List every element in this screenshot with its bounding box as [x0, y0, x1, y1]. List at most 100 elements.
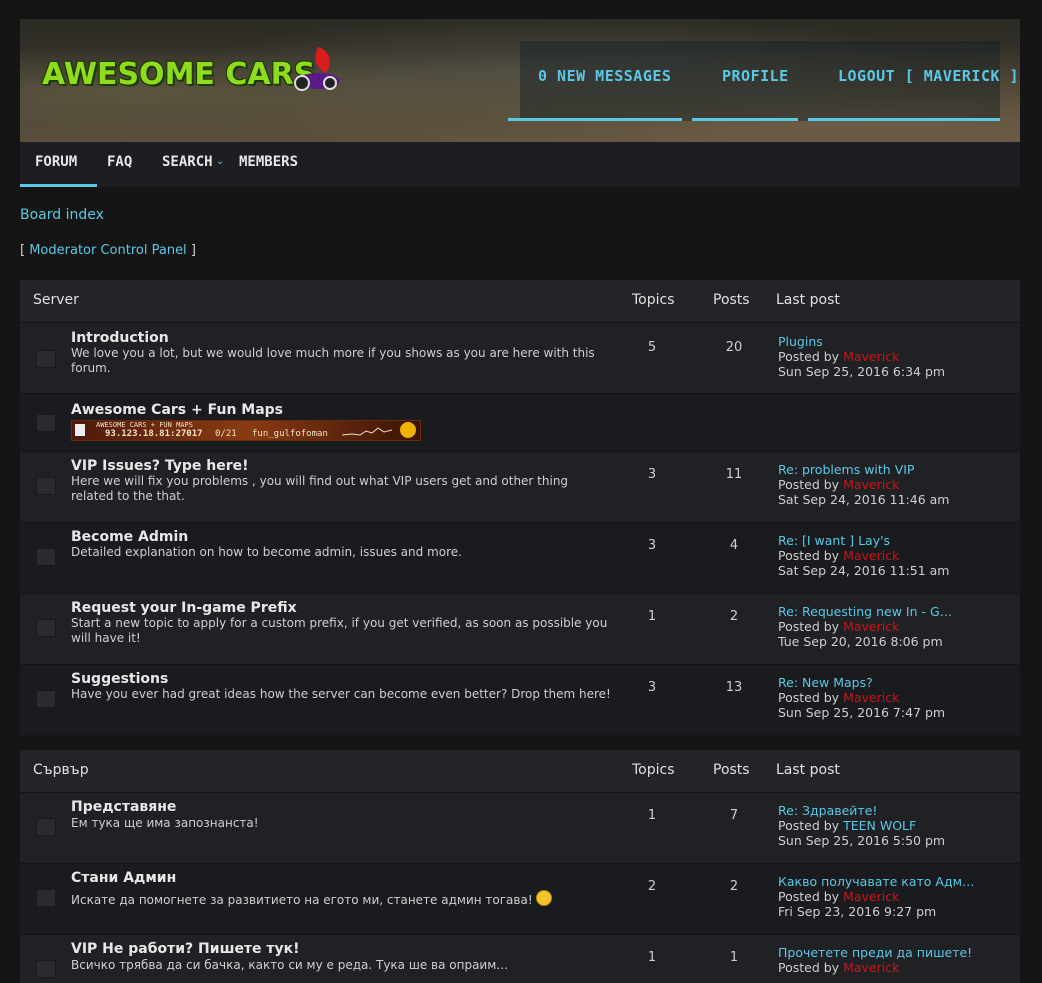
forum-row: Introduction We love you a lot, but we w…	[20, 322, 1020, 393]
server-status-banner[interactable]: AWESOME CARS + FUN MAPS 93.123.18.81:270…	[71, 420, 421, 441]
logout-link[interactable]: LOGOUT [ MAVERICK ]	[838, 67, 1019, 85]
col-topics: Topics	[632, 762, 675, 778]
last-post-title[interactable]: Прочетете преди да пишете!	[778, 945, 972, 960]
col-last-post: Last post	[776, 762, 840, 778]
moderator-control-panel: [ Moderator Control Panel ]	[20, 243, 196, 258]
forum-read-icon	[36, 350, 56, 368]
posts-count: 13	[725, 680, 743, 695]
last-post-date: Tue Sep 20, 2016 8:06 pm	[778, 634, 943, 649]
forum-description: Искате да помогнете за развитието на его…	[71, 893, 533, 907]
game-icon	[75, 424, 85, 436]
last-post-title[interactable]: Plugins	[778, 334, 945, 349]
forum-row: Suggestions Have you ever had great idea…	[20, 664, 1020, 735]
mcp-close-bracket: ]	[190, 243, 196, 258]
server-banner-ip: 93.123.18.81:27017	[105, 429, 203, 439]
topics-count: 1	[647, 609, 657, 624]
profile-link[interactable]: PROFILE	[722, 67, 789, 85]
main-navbar: FORUM FAQ SEARCH ⌄ MEMBERS	[20, 142, 1020, 187]
forum-title[interactable]: Awesome Cars + Fun Maps	[71, 402, 283, 418]
site-logo[interactable]: AWESOME CARS	[42, 57, 315, 92]
forum-description: Ем тука ще има запознанста!	[71, 816, 259, 830]
category-header: Сървър Topics Posts Last post	[20, 750, 1020, 792]
tab-forum[interactable]: FORUM	[35, 154, 77, 170]
last-post-date: Sun Sep 25, 2016 6:34 pm	[778, 364, 946, 379]
posted-by-label: Posted by	[778, 818, 840, 833]
tab-faq[interactable]: FAQ	[107, 154, 132, 170]
tab-search[interactable]: SEARCH	[162, 154, 213, 170]
forum-read-icon	[36, 619, 56, 637]
server-banner-map: fun_gulfofoman	[252, 429, 328, 439]
forum-title[interactable]: Introduction	[71, 330, 169, 346]
last-post-title[interactable]: Re: Здравейте!	[778, 803, 945, 818]
col-posts: Posts	[713, 762, 750, 778]
forum-title[interactable]: VIP Не работи? Пишете тук!	[71, 941, 300, 957]
last-post: Re: problems with VIP Posted by Maverick…	[778, 462, 949, 507]
chevron-down-icon[interactable]: ⌄	[216, 156, 224, 167]
category-title[interactable]: Сървър	[33, 762, 89, 778]
last-post-user[interactable]: Maverick	[843, 619, 899, 634]
breadcrumb[interactable]: Board index	[20, 207, 104, 223]
posted-by-label: Posted by	[778, 477, 840, 492]
forum-description: Have you ever had great ideas how the se…	[71, 687, 611, 701]
forum-read-icon	[36, 690, 56, 708]
forum-description: Start a new topic to apply for a custom …	[71, 616, 608, 645]
last-post-user[interactable]: Maverick	[843, 477, 899, 492]
forum-row: Представяне Ем тука ще има запознанста! …	[20, 792, 1020, 863]
posted-by-label: Posted by	[778, 889, 840, 904]
new-messages-link[interactable]: 0 NEW MESSAGES	[538, 67, 671, 85]
forum-row: VIP Не работи? Пишете тук! Всичко трябва…	[20, 934, 1020, 983]
last-post-title[interactable]: Re: New Maps?	[778, 675, 945, 690]
last-post-date: Fri Sep 23, 2016 9:27 pm	[778, 904, 937, 919]
last-post-user[interactable]: Maverick	[843, 889, 899, 904]
posted-by-label: Posted by	[778, 548, 840, 563]
forum-title[interactable]: Become Admin	[71, 529, 188, 545]
forum-title[interactable]: Suggestions	[71, 671, 168, 687]
topics-count: 1	[647, 808, 657, 823]
forum-category-bg: Сървър Topics Posts Last post Представян…	[20, 750, 1020, 983]
category-header: Server Topics Posts Last post	[20, 280, 1020, 322]
last-post: Какво получавате като Адм… Posted by Mav…	[778, 874, 975, 919]
forum-category-server: Server Topics Posts Last post Introducti…	[20, 280, 1020, 735]
last-post-title[interactable]: Какво получавате като Адм…	[778, 874, 975, 889]
topics-count: 3	[647, 680, 657, 695]
forum-title[interactable]: Представяне	[71, 799, 176, 815]
profile-underline	[692, 118, 798, 121]
moderator-control-panel-link[interactable]: Moderator Control Panel	[29, 243, 186, 258]
col-last-post: Last post	[776, 292, 840, 308]
forum-title[interactable]: VIP Issues? Type here!	[71, 458, 249, 474]
last-post-user[interactable]: Maverick	[843, 548, 899, 563]
last-post-user[interactable]: TEEN WOLF	[843, 818, 916, 833]
last-post-date: Sun Sep 25, 2016 5:50 pm	[778, 833, 946, 848]
logout-underline	[808, 118, 1000, 121]
topics-count: 1	[647, 950, 657, 965]
category-title[interactable]: Server	[33, 292, 79, 308]
forum-link-icon	[36, 414, 56, 432]
forum-description: We love you a lot, but we would love muc…	[71, 346, 595, 375]
last-post: Re: New Maps? Posted by Maverick Sun Sep…	[778, 675, 945, 720]
mcp-open-bracket: [	[20, 243, 26, 258]
last-post-user[interactable]: Maverick	[843, 960, 899, 975]
col-topics: Topics	[632, 292, 675, 308]
last-post-title[interactable]: Re: problems with VIP	[778, 462, 949, 477]
forum-read-icon	[36, 477, 56, 495]
last-post-date: Sat Sep 24, 2016 11:51 am	[778, 563, 950, 578]
tab-members[interactable]: MEMBERS	[239, 154, 298, 170]
last-post: Re: [I want ] Lay's Posted by Maverick S…	[778, 533, 949, 578]
posted-by-label: Posted by	[778, 349, 840, 364]
forum-read-icon	[36, 960, 56, 978]
last-post-title[interactable]: Re: Requesting new In - G…	[778, 604, 952, 619]
forum-read-icon	[36, 889, 56, 907]
forum-title[interactable]: Request your In-game Prefix	[71, 600, 297, 616]
header-banner: AWESOME CARS 0 NEW MESSAGES PROFILE LOGO…	[20, 19, 1020, 142]
posts-count: 7	[729, 808, 739, 823]
posts-count: 11	[725, 467, 743, 482]
last-post: Re: Requesting new In - G… Posted by Mav…	[778, 604, 952, 649]
posts-count: 20	[725, 340, 743, 355]
last-post-user[interactable]: Maverick	[843, 690, 899, 705]
forum-title[interactable]: Стани Админ	[71, 870, 176, 886]
forum-row: Request your In-game Prefix Start a new …	[20, 593, 1020, 664]
last-post-date: Sun Sep 25, 2016 7:47 pm	[778, 705, 946, 720]
last-post-title[interactable]: Re: [I want ] Lay's	[778, 533, 949, 548]
last-post-user[interactable]: Maverick	[843, 349, 899, 364]
last-post: Re: Здравейте! Posted by TEEN WOLF Sun S…	[778, 803, 945, 848]
